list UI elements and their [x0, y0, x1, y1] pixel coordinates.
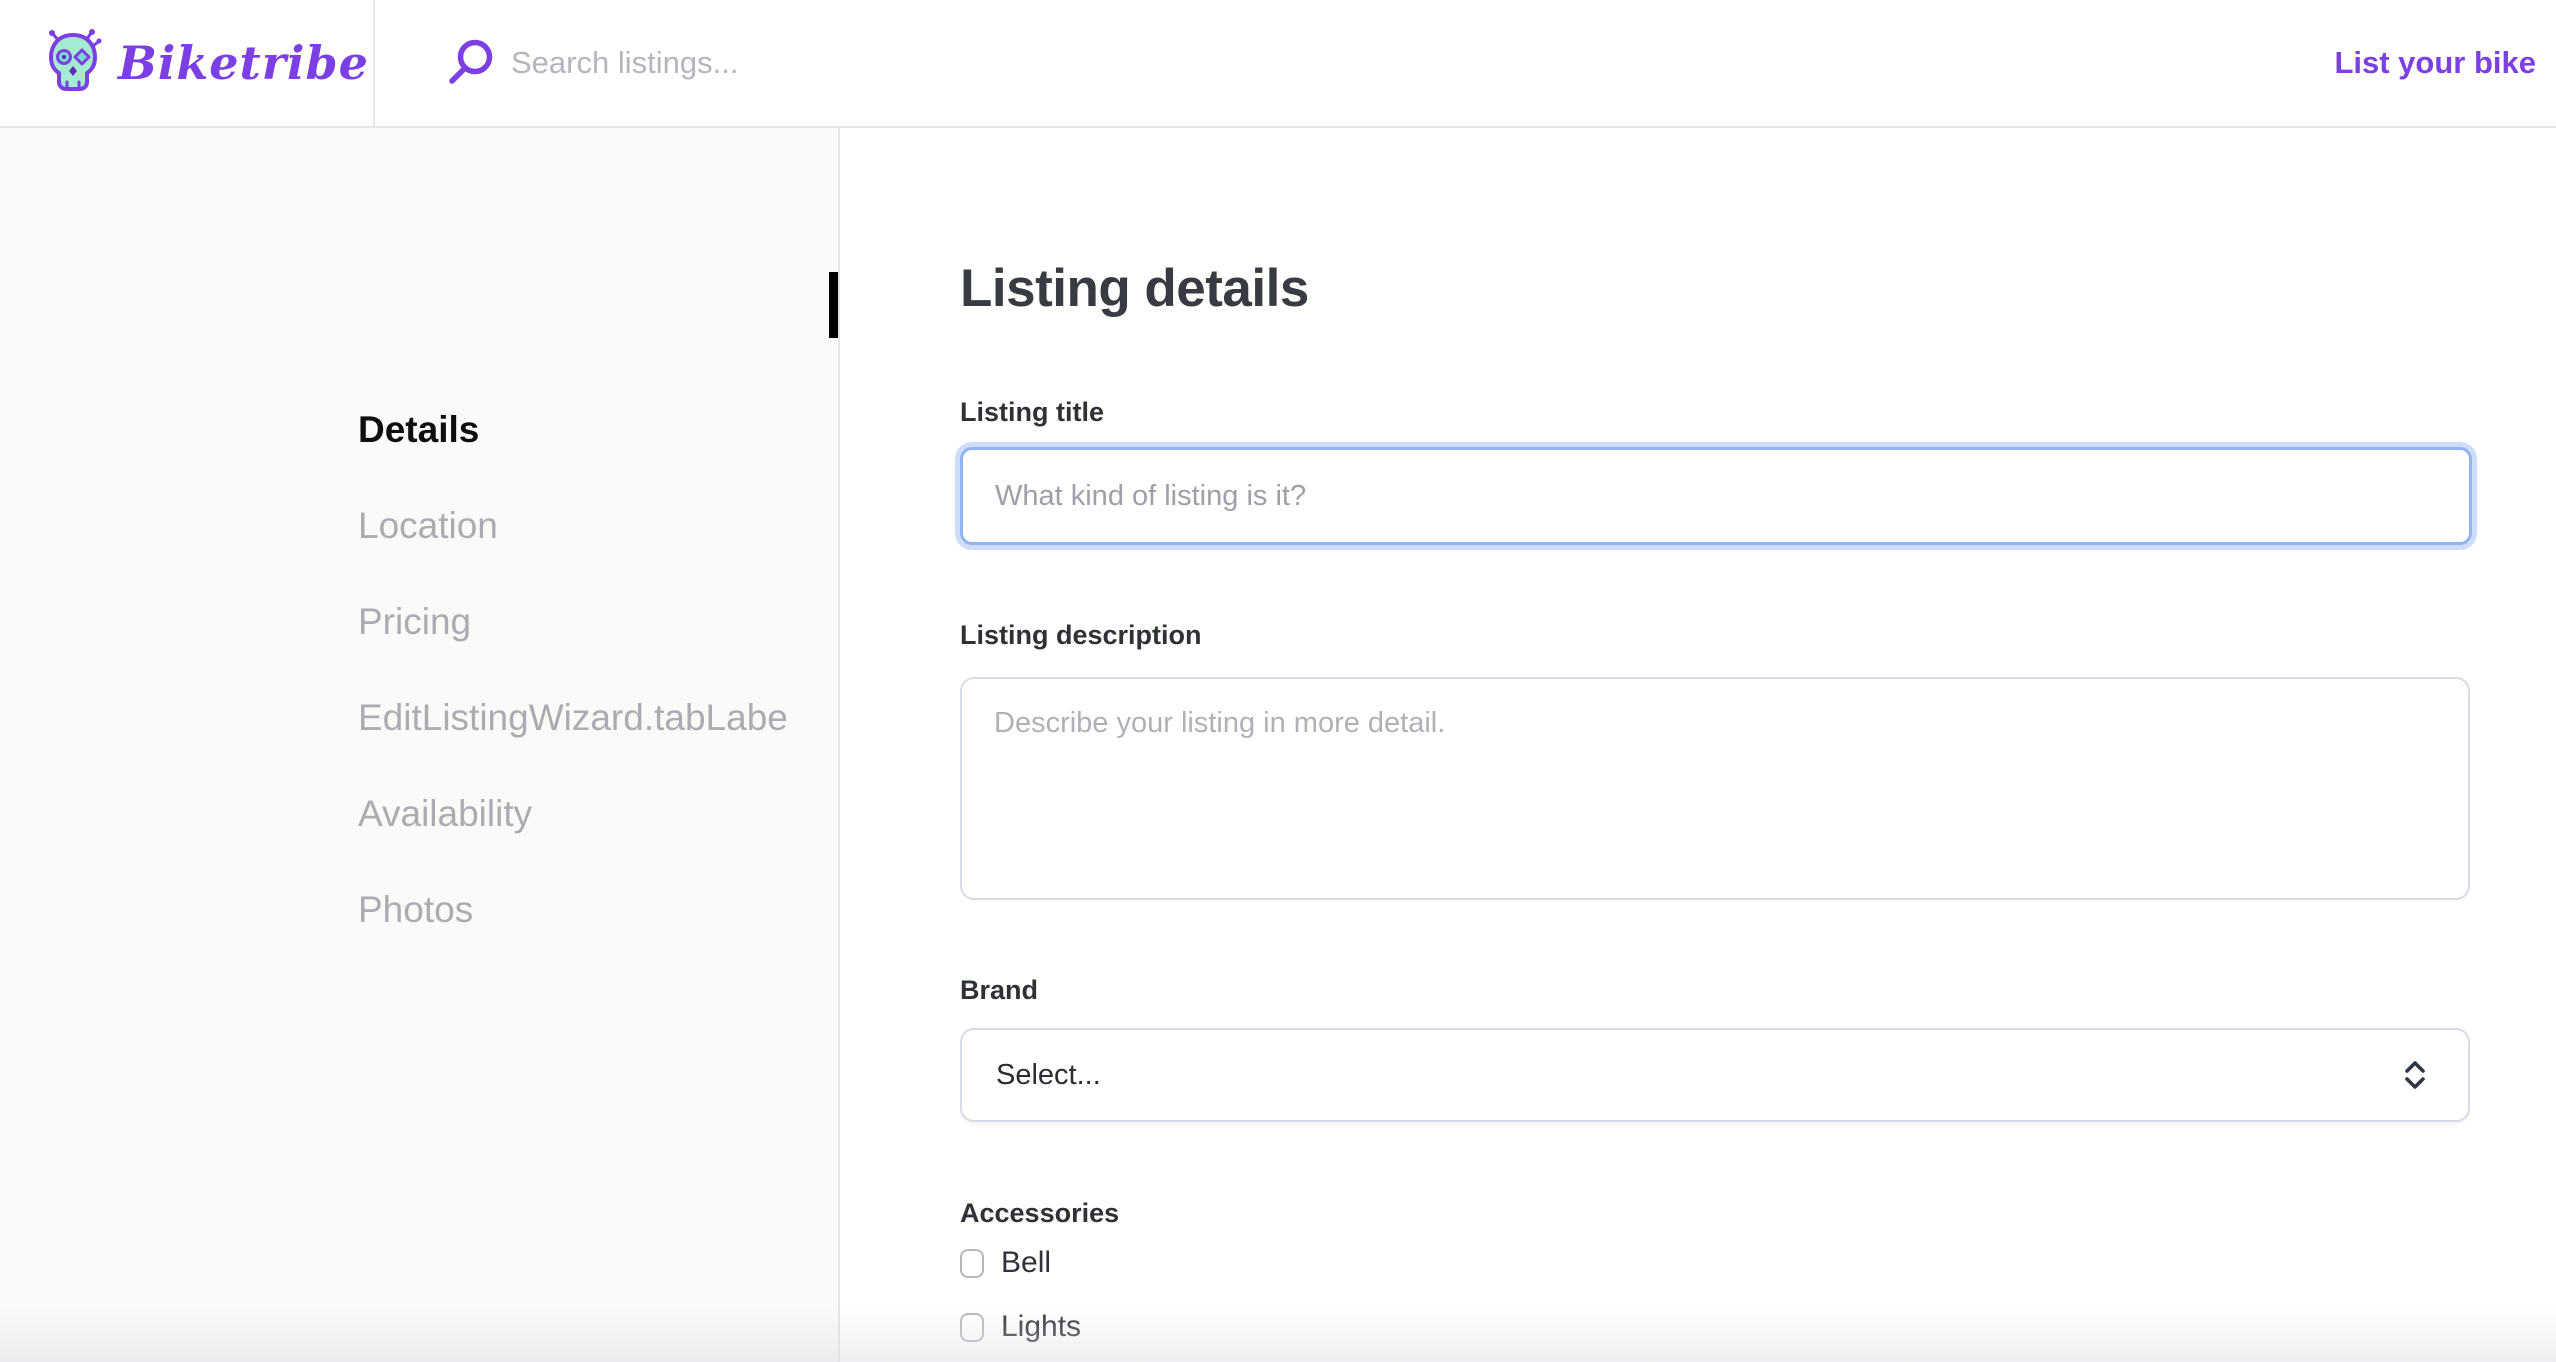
logo[interactable]: Biketribe [0, 0, 375, 126]
top-navbar: Biketribe List your bike [0, 0, 2556, 128]
accessory-option-bell[interactable]: Bell [960, 1246, 1051, 1280]
search-input[interactable] [511, 45, 1411, 81]
brand-select-value: Select... [996, 1059, 1101, 1092]
brand-select[interactable]: Select... [960, 1028, 2470, 1122]
listing-details-panel: Listing details Listing title Listing de… [842, 128, 2556, 1362]
search-icon [447, 39, 495, 87]
sidebar-tab-location[interactable]: Location [358, 504, 840, 548]
sidebar-tab-photos[interactable]: Photos [358, 888, 840, 932]
checkbox-bell-label: Bell [1001, 1246, 1051, 1280]
list-your-bike-link[interactable]: List your bike [2334, 45, 2556, 81]
listing-description-textarea[interactable] [960, 677, 2470, 900]
checkbox-bell-icon[interactable] [960, 1249, 984, 1278]
accessories-label: Accessories [960, 1196, 1119, 1230]
brand-label: Brand [960, 973, 1038, 1007]
listing-description-label: Listing description [960, 618, 1202, 652]
sidebar-tab-pricing[interactable]: Pricing [358, 600, 840, 644]
listing-title-input[interactable] [960, 447, 2472, 545]
accessory-option-lights[interactable]: Lights [960, 1310, 1081, 1344]
sidebar-tab-availability[interactable]: Availability [358, 792, 840, 836]
wizard-sidebar: Details Location Pricing EditListingWiza… [0, 128, 840, 1362]
listing-title-label: Listing title [960, 395, 1104, 429]
logo-text: Biketribe [118, 36, 369, 90]
checkbox-lights-label: Lights [1001, 1310, 1081, 1344]
search-bar[interactable] [375, 39, 2334, 87]
wizard-tab-list: Details Location Pricing EditListingWiza… [358, 408, 840, 932]
sidebar-tab-details[interactable]: Details [358, 408, 840, 452]
sidebar-tab-unlabeled[interactable]: EditListingWizard.tabLabe [358, 696, 840, 740]
select-chevrons-icon [2402, 1060, 2428, 1090]
checkbox-lights-icon[interactable] [960, 1313, 984, 1342]
skull-logo-icon [44, 29, 102, 98]
active-tab-indicator [829, 272, 838, 338]
page-title: Listing details [960, 258, 1309, 320]
